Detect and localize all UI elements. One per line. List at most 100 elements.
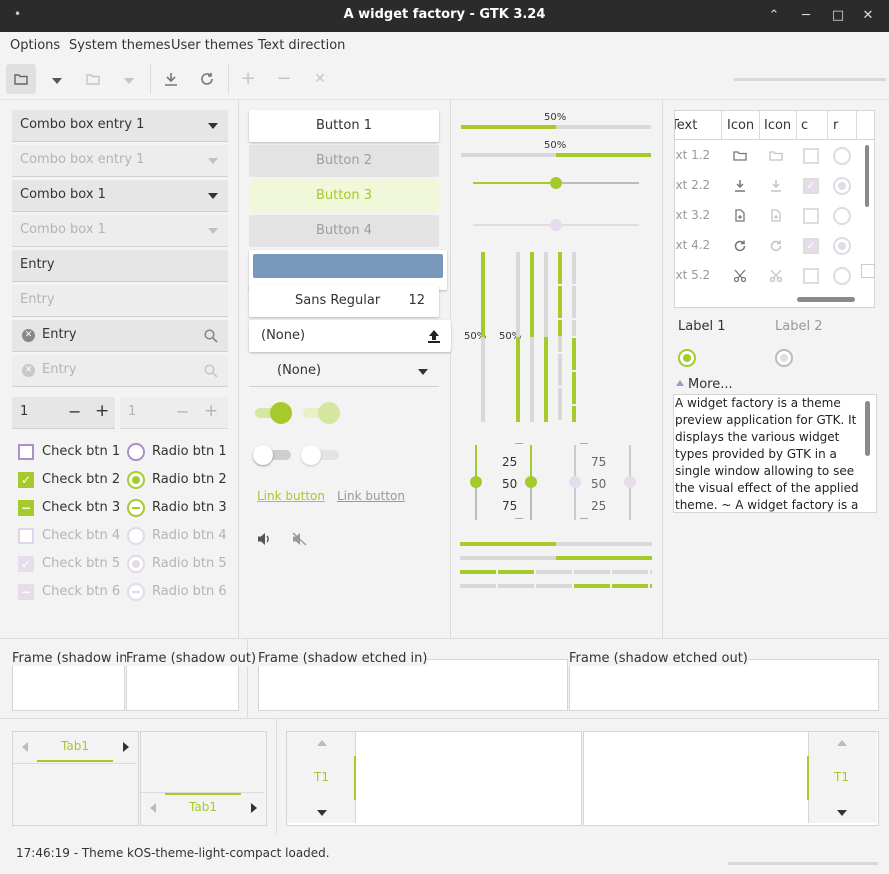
check-btn-6-label: Check btn 6 (42, 584, 121, 599)
link-button-visited[interactable]: Link button (337, 489, 405, 503)
menu-user-themes[interactable]: User themes (171, 38, 254, 53)
tree-header-r[interactable]: r (833, 118, 838, 133)
radio-btn-2[interactable] (127, 471, 145, 489)
radio-btn-3[interactable] (127, 499, 145, 517)
radio-btn-4 (127, 527, 145, 545)
download-icon[interactable] (156, 64, 186, 94)
clear-icon[interactable]: ✕ (22, 329, 35, 342)
tree-cell-check[interactable]: ✓ (803, 178, 819, 194)
expander[interactable]: More... (676, 377, 733, 392)
search-entry[interactable]: ✕ Entry (12, 320, 228, 352)
file-new-icon (733, 209, 747, 227)
check-btn-1[interactable] (18, 444, 34, 460)
label-radio-1[interactable] (678, 349, 696, 367)
tree-cell-radio[interactable] (833, 177, 851, 195)
tab-scroll-left-icon[interactable] (22, 742, 28, 752)
check-btn-3[interactable]: − (18, 500, 34, 516)
switch-on[interactable] (255, 402, 292, 424)
frame-shadow-in-label: Frame (shadow in) (12, 651, 133, 666)
notebooks-separator-mid (276, 719, 277, 834)
vscale-3-knob (569, 476, 581, 488)
minimize-button[interactable]: ─ (796, 6, 816, 26)
tab-1-top[interactable]: Tab1 (61, 739, 89, 753)
color-button[interactable] (249, 250, 447, 290)
menu-text-direction[interactable]: Text direction (258, 38, 345, 53)
tree-cell-check[interactable] (803, 208, 819, 224)
tab-t1-right[interactable]: T1 (834, 770, 849, 784)
tab-t1-right-indicator (807, 756, 809, 800)
tree-scrollbar-h[interactable] (797, 297, 855, 302)
switch-off[interactable] (253, 445, 291, 465)
tab-scroll-up-right-icon[interactable] (837, 740, 847, 746)
maximize-button[interactable]: □ (828, 6, 848, 26)
tab-scroll-down-right-icon[interactable] (837, 810, 847, 816)
close-button[interactable]: ✕ (858, 6, 878, 26)
tree-cell-check[interactable]: ✓ (803, 238, 819, 254)
tab-t1-left[interactable]: T1 (314, 770, 329, 784)
check-btn-2[interactable]: ✓ (18, 472, 34, 488)
table-row[interactable]: Text 4.2 ✓ (675, 231, 874, 261)
file-chooser-button[interactable]: (None) (249, 320, 451, 352)
tree-header-icon-1[interactable]: Icon (727, 118, 754, 133)
folder-disabled-icon (78, 64, 108, 94)
table-row[interactable]: Text 1.2 (675, 141, 874, 171)
tree-header-text[interactable]: Text (675, 118, 697, 133)
scissors-icon (733, 269, 747, 287)
button-1[interactable]: Button 1 (249, 110, 439, 142)
slider-1-knob[interactable] (550, 177, 562, 189)
tree-cell-check[interactable] (803, 148, 819, 164)
vscale-tick-d (580, 518, 588, 519)
tab-1-bottom[interactable]: Tab1 (189, 800, 217, 814)
refresh-icon (733, 239, 747, 257)
tab-scroll-up-icon[interactable] (317, 740, 327, 746)
radio-btn-2-label: Radio btn 2 (152, 472, 227, 487)
entry-field[interactable]: Entry (12, 250, 228, 282)
table-row[interactable]: Text 2.2 ✓ (675, 171, 874, 201)
tree-cell-radio[interactable] (833, 147, 851, 165)
folder-icon[interactable] (6, 64, 36, 94)
menu-options[interactable]: Options (10, 38, 60, 53)
title-bar: • A widget factory - GTK 3.24 ⌃ ─ □ ✕ (0, 0, 889, 32)
tab-scroll-right-bottom-icon[interactable] (251, 803, 257, 813)
menu-system-themes[interactable]: System themes (69, 38, 170, 53)
tab-scroll-right-icon[interactable] (123, 742, 129, 752)
tree-cell-radio[interactable] (833, 207, 851, 225)
tree-view[interactable]: Text Icon Icon c r Text 1.2Text 2.2✓Text… (674, 110, 875, 308)
frame-shadow-etched-in (258, 659, 568, 711)
status-text: 17:46:19 - Theme kOS-theme-light-compact… (16, 846, 330, 860)
tree-cell-check[interactable] (803, 268, 819, 284)
table-row[interactable]: Text 5.2 (675, 261, 874, 291)
link-button[interactable]: Link button (257, 489, 325, 503)
scale-1-value: 50% (544, 112, 567, 123)
tree-cell-radio[interactable] (833, 237, 851, 255)
spin-value[interactable]: 1 (20, 404, 28, 419)
button-3[interactable]: Button 3 (249, 180, 439, 212)
tab-scroll-left-bottom-icon[interactable] (150, 803, 156, 813)
font-size: 12 (408, 293, 425, 308)
vscale-2-knob[interactable] (525, 476, 537, 488)
volume-icon[interactable] (257, 532, 273, 546)
refresh-icon[interactable] (192, 64, 222, 94)
tree-cell-radio[interactable] (833, 267, 851, 285)
tree-header-icon-2[interactable]: Icon (764, 118, 791, 133)
tree-header-c[interactable]: c (801, 118, 808, 133)
mute-icon[interactable] (292, 532, 308, 546)
dropdown-arrow-icon[interactable] (42, 64, 72, 94)
spin-plus-button[interactable]: + (95, 401, 109, 421)
tab-scroll-down-icon[interactable] (317, 810, 327, 816)
combo-none[interactable]: (None) (249, 355, 439, 387)
text-view[interactable]: A widget factory is a theme preview appl… (673, 394, 877, 513)
table-row[interactable]: Text 3.2 (675, 201, 874, 231)
font-button[interactable]: Sans Regular 12 (249, 285, 439, 317)
spin-button[interactable]: 1 − + (12, 397, 115, 429)
combo-box-entry-1[interactable]: Combo box entry 1 (12, 110, 228, 142)
tree-scrollbar-v[interactable] (865, 145, 869, 207)
combo-box-1[interactable]: Combo box 1 (12, 180, 228, 212)
text-view-scrollbar[interactable] (865, 401, 870, 456)
check-btn-5-label: Check btn 5 (42, 556, 121, 571)
radio-btn-1[interactable] (127, 443, 145, 461)
shade-button[interactable]: ⌃ (764, 6, 784, 26)
vscale-1-knob[interactable] (470, 476, 482, 488)
spin-minus-button[interactable]: − (68, 402, 81, 421)
tree-cell-text: Text 2.2 (675, 178, 711, 192)
